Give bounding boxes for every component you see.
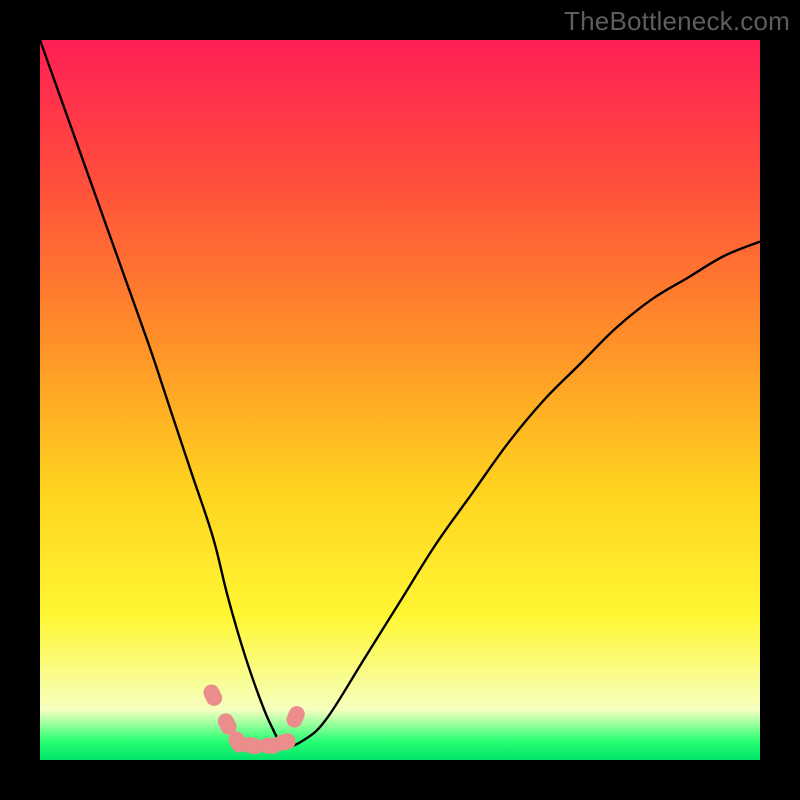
plot-area — [40, 40, 760, 760]
watermark-text: TheBottleneck.com — [564, 6, 790, 37]
plot-svg — [40, 40, 760, 760]
gradient-background — [40, 40, 760, 760]
chart-frame: TheBottleneck.com — [0, 0, 800, 800]
